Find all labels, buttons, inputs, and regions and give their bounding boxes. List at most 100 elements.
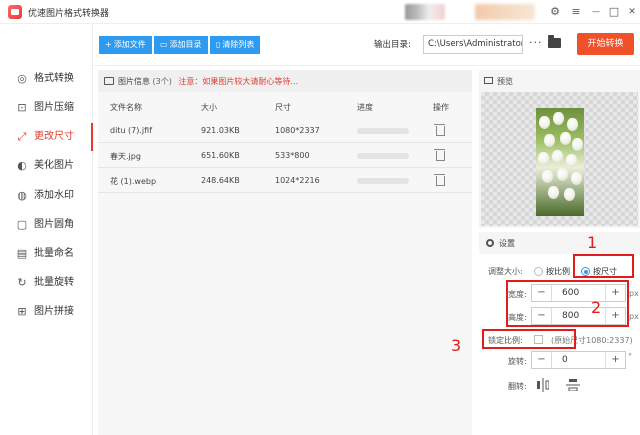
rotate-decrement-button[interactable]: − (532, 352, 552, 368)
file-dimensions: 533*800 (275, 151, 310, 160)
file-size: 921.03KB (201, 126, 240, 135)
file-panel-note: 注意：如果图片较大请耐心等待... (178, 77, 299, 86)
sidebar-item-label: 添加水印 (34, 190, 74, 201)
file-count: (3个) (152, 77, 172, 86)
file-list-panel: 图片信息 (3个) 注意：如果图片较大请耐心等待... 文件名称 大小 尺寸 进… (98, 70, 472, 435)
minimize-icon[interactable]: — (588, 4, 604, 20)
round-corner-icon: ▢ (16, 218, 28, 231)
format-convert-icon: ◎ (17, 72, 27, 85)
output-path-field[interactable]: C:\Users\Administrator\ (423, 35, 523, 54)
sidebar-item-image-compress[interactable]: ⊡ 图片压缩 (0, 94, 93, 122)
option-by-ratio-label: 按比例 (546, 267, 570, 276)
delete-icon[interactable] (434, 149, 445, 161)
user-name[interactable] (475, 4, 535, 20)
output-dir-label: 输出目录: (374, 40, 411, 50)
rotate-stepper[interactable]: − 0 + (531, 351, 626, 369)
sidebar-item-label: 批量命名 (34, 248, 74, 259)
file-dimensions: 1080*2337 (275, 126, 320, 135)
resize-icon: ⤢ (17, 130, 27, 143)
table-row[interactable]: ditu (7).jfif 921.03KB 1080*2337 (98, 118, 472, 143)
progress-bar (357, 178, 409, 184)
file-name: ditu (7).jfif (110, 126, 153, 135)
close-icon[interactable]: ✕ (624, 4, 640, 20)
flip-horizontal-icon[interactable] (537, 378, 549, 392)
table-row[interactable]: 春天.jpg 651.60KB 533*800 (98, 143, 472, 168)
stitch-icon: ⊞ (17, 305, 27, 318)
rotate-label: 旋转: (508, 357, 527, 366)
annotation-box-1 (573, 254, 634, 278)
sidebar-item-beautify[interactable]: ◐ 美化图片 (0, 152, 93, 180)
column-header-size: 大小 (201, 103, 217, 112)
sidebar-item-label: 美化图片 (34, 160, 74, 171)
add-folder-button[interactable]: ▭ 添加目录 (154, 36, 208, 54)
preview-image (536, 108, 584, 216)
flip-label: 翻转: (508, 382, 527, 391)
image-info-icon (104, 77, 114, 85)
file-size: 651.60KB (201, 151, 240, 160)
toolbar: + 添加文件 ▭ 添加目录 ▯ 清除列表 输出目录: C:\Users\Adminis… (93, 24, 640, 66)
watermark-icon: ◍ (17, 189, 27, 202)
sidebar-item-format-convert[interactable]: ◎ 格式转换 (0, 65, 93, 93)
column-header-dimensions: 尺寸 (275, 103, 291, 112)
table-row[interactable]: 花 (1).webp 248.64KB 1024*2216 (98, 168, 472, 193)
file-panel-title-text: 图片信息 (118, 77, 150, 86)
file-size: 248.64KB (201, 176, 240, 185)
preview-title: 预览 (497, 77, 513, 86)
start-convert-button[interactable]: 开始转换 (577, 33, 634, 55)
height-unit: px (629, 312, 639, 321)
menu-icon[interactable]: ≡ (568, 4, 584, 20)
add-file-button[interactable]: + 添加文件 (99, 36, 152, 54)
annotation-number-1: 1 (587, 233, 598, 252)
sidebar-item-label: 图片拼接 (34, 306, 74, 317)
delete-icon[interactable] (434, 174, 445, 186)
flip-vertical-icon[interactable] (566, 379, 580, 391)
title-bar: 优速图片格式转换器 ⚙ ≡ — □ ✕ (0, 0, 640, 24)
sidebar-item-watermark[interactable]: ◍ 添加水印 (0, 182, 93, 210)
sidebar-item-resize[interactable]: ⤢ 更改尺寸 (0, 123, 93, 151)
beautify-icon: ◐ (17, 159, 27, 172)
column-header-name: 文件名称 (110, 103, 142, 112)
add-folder-label: 添加目录 (169, 40, 202, 49)
open-folder-icon[interactable] (548, 35, 561, 48)
sidebar-item-label: 批量旋转 (34, 277, 74, 288)
rotate-increment-button[interactable]: + (605, 352, 625, 368)
column-header-progress: 进度 (357, 103, 373, 112)
rotate-unit: ° (628, 352, 632, 361)
sidebar-item-rename[interactable]: ▤ 批量命名 (0, 240, 93, 268)
file-dimensions: 1024*2216 (275, 176, 320, 185)
annotation-box-3 (482, 329, 576, 349)
rotate-icon: ↻ (17, 276, 27, 289)
file-panel-title: 图片信息 (3个) 注意：如果图片较大请耐心等待... (118, 76, 298, 87)
radio-by-ratio[interactable] (534, 267, 543, 276)
column-header-action: 操作 (433, 103, 449, 112)
settings-header: 设置 (479, 232, 640, 254)
plus-icon: + (105, 40, 112, 49)
sidebar-item-stitch[interactable]: ⊞ 图片拼接 (0, 298, 93, 326)
file-name: 花 (1).webp (110, 177, 157, 186)
file-name: 春天.jpg (110, 152, 141, 161)
rotate-input[interactable]: 0 (562, 355, 568, 365)
more-options-icon[interactable]: ··· (529, 36, 543, 49)
clear-list-button[interactable]: ▯ 清除列表 (210, 36, 261, 54)
annotation-number-2: 2 (591, 298, 602, 317)
trash-icon: ▯ (216, 40, 221, 49)
adjust-size-label: 调整大小: (488, 267, 523, 276)
width-unit: px (629, 289, 639, 298)
settings-gear-icon[interactable]: ⚙ (547, 4, 563, 20)
delete-icon[interactable] (434, 124, 445, 136)
sidebar-item-round-corner[interactable]: ▢ 图片圆角 (0, 211, 93, 239)
preview-icon (484, 77, 493, 84)
sidebar-item-rotate[interactable]: ↻ 批量旋转 (0, 269, 93, 297)
sidebar-item-label: 图片压缩 (34, 102, 74, 113)
sidebar-item-label: 更改尺寸 (34, 131, 74, 142)
annotation-number-3: 3 (451, 336, 462, 355)
app-title: 优速图片格式转换器 (28, 9, 110, 19)
image-compress-icon: ⊡ (17, 101, 27, 114)
user-avatar[interactable] (405, 4, 445, 20)
rename-icon: ▤ (16, 247, 28, 260)
sidebar-item-label: 图片圆角 (34, 219, 74, 230)
settings-gear-icon (486, 239, 494, 247)
maximize-icon[interactable]: □ (606, 4, 622, 20)
settings-title: 设置 (499, 239, 515, 248)
annotation-box-2 (506, 280, 629, 327)
